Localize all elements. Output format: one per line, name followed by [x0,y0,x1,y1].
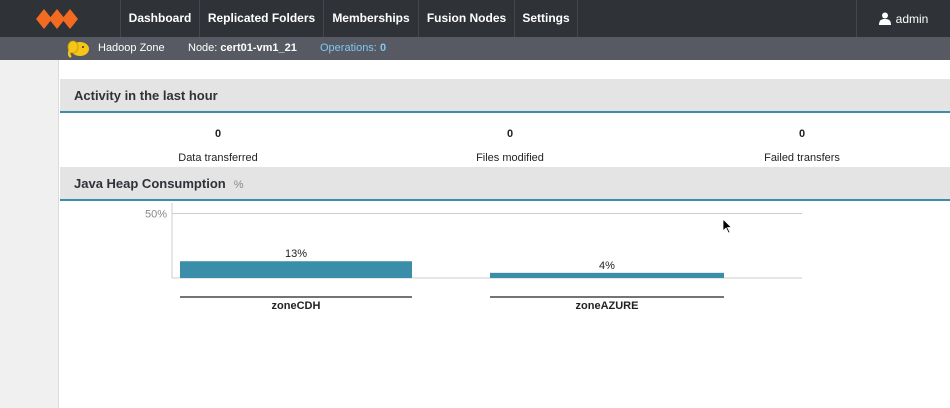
node-prefix: Node: [188,42,218,54]
stat-label: Files modified [476,152,544,164]
stat-failed-transfers: 0 Failed transfers [712,128,892,164]
logo-icon [36,8,78,29]
nav-replicated-folders[interactable]: Replicated Folders [199,0,323,37]
heap-title-text: Java Heap Consumption [74,176,226,191]
heap-title: Java Heap Consumption% [74,176,243,191]
y-tick-label: 50% [145,209,167,221]
nav-fusion-nodes[interactable]: Fusion Nodes [418,0,514,37]
data-label-zoneAZURE: 4% [599,260,615,272]
user-menu[interactable]: admin [856,0,950,37]
bar-zoneAZURE [490,272,724,278]
heap-panel-header: Java Heap Consumption% [60,167,950,201]
zone-name: Hadoop Zone [98,42,165,54]
bar-zoneCDH [180,261,412,278]
category-label-zoneAZURE: zoneAZURE [576,300,639,312]
data-label-zoneCDH: 13% [285,248,307,260]
top-navigation-bar: Dashboard Replicated Folders Memberships… [0,0,950,37]
nav-dashboard[interactable]: Dashboard [120,0,199,37]
zone-status-bar: Hadoop Zone Node: cert01-vm1_21 Operatio… [0,37,950,60]
stat-value: 0 [506,128,514,140]
activity-title: Activity in the last hour [74,88,218,103]
category-label-zoneCDH: zoneCDH [272,300,321,312]
heap-unit: % [233,179,244,191]
dashboard-content: Activity in the last hour 0 Data transfe… [60,60,950,408]
operations-link[interactable]: Operations: 0 [320,42,386,54]
stat-label: Failed transfers [764,152,840,164]
stat-label: Data transferred [178,152,258,164]
left-gutter [0,60,59,408]
nav-memberships[interactable]: Memberships [323,0,418,37]
wandisco-logo[interactable] [0,0,120,37]
hadoop-elephant-icon [67,40,89,58]
operations-count: 0 [379,42,387,54]
stat-value: 0 [214,128,222,140]
nav-settings[interactable]: Settings [514,0,578,37]
stat-files-modified: 0 Files modified [420,128,600,164]
operations-prefix: Operations: [320,42,377,54]
stat-data-transferred: 0 Data transferred [128,128,308,164]
user-name: admin [895,11,929,26]
stat-value: 0 [798,128,806,140]
heap-chart: 50%95% Critical80% Warning13%zoneCDH4%zo… [145,203,802,312]
node-name: cert01-vm1_21 [220,42,297,54]
user-icon [878,12,891,25]
mouse-cursor-icon [723,219,733,234]
activity-panel-header: Activity in the last hour [60,79,950,113]
node-info: Node: cert01-vm1_21 [188,42,297,54]
